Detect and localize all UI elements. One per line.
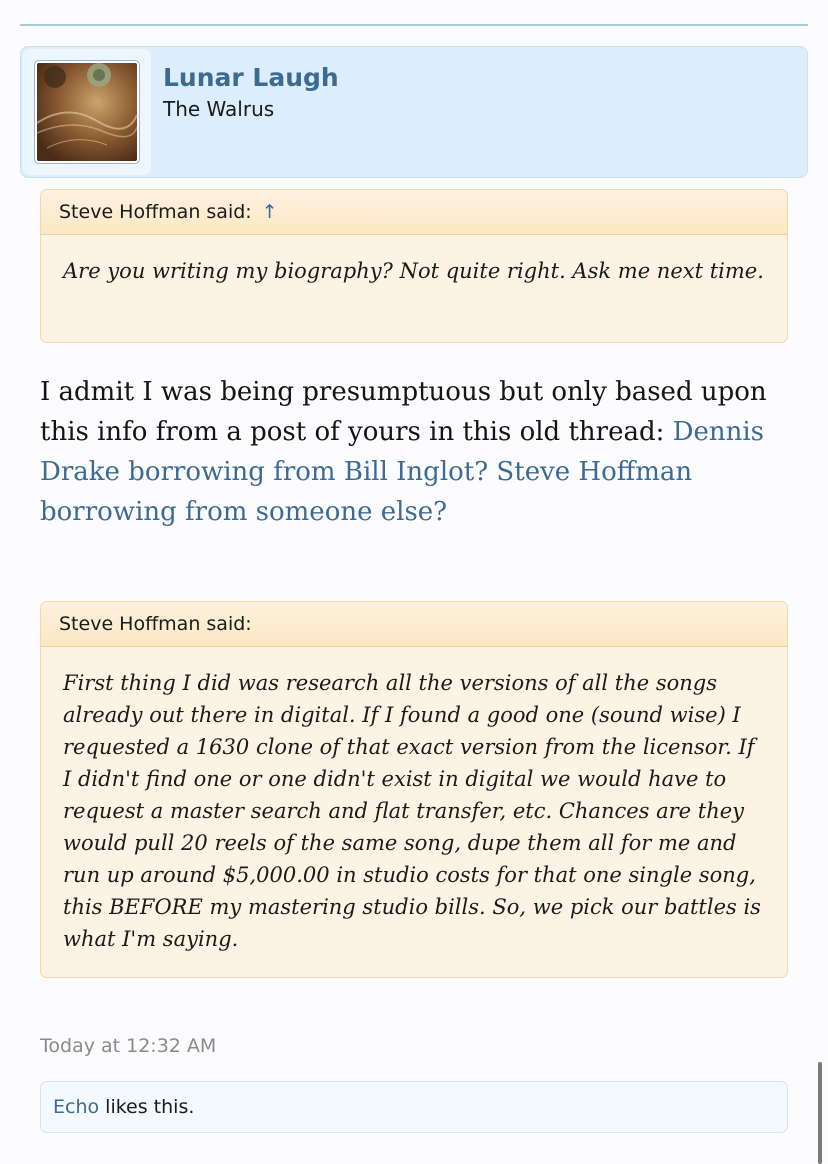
quote-block: Steve Hoffman said: First thing I did wa… [40,601,788,978]
likes-suffix: likes this. [99,1096,195,1118]
top-divider [20,24,808,26]
post-message: I admit I was being presumptuous but onl… [40,372,800,532]
avatar-container [23,49,151,175]
likes-summary: Echo likes this. [40,1081,788,1133]
avatar[interactable] [34,60,140,164]
album-cover-avatar-icon [37,63,137,161]
liker-link[interactable]: Echo [53,1096,99,1118]
post-body-text: I admit I was being presumptuous but onl… [40,377,767,447]
username-link[interactable]: Lunar Laugh [163,63,339,92]
scrollbar[interactable] [818,1062,822,1164]
user-info-card: Lunar Laugh The Walrus [20,46,808,178]
user-title: The Walrus [163,97,275,121]
quote-text: Are you writing my biography? Not quite … [63,259,764,283]
quote-header: Steve Hoffman said: ↑ [41,190,787,235]
quote-author: Steve Hoffman said: [59,613,252,635]
jump-to-post-icon[interactable]: ↑ [262,201,278,223]
quote-header: Steve Hoffman said: [41,602,787,647]
quote-text: First thing I did was research all the v… [63,671,761,951]
post-timestamp[interactable]: Today at 12:32 AM [40,1035,216,1057]
quote-author: Steve Hoffman said: [59,201,252,223]
quote-block: Steve Hoffman said: ↑ Are you writing my… [40,189,788,343]
